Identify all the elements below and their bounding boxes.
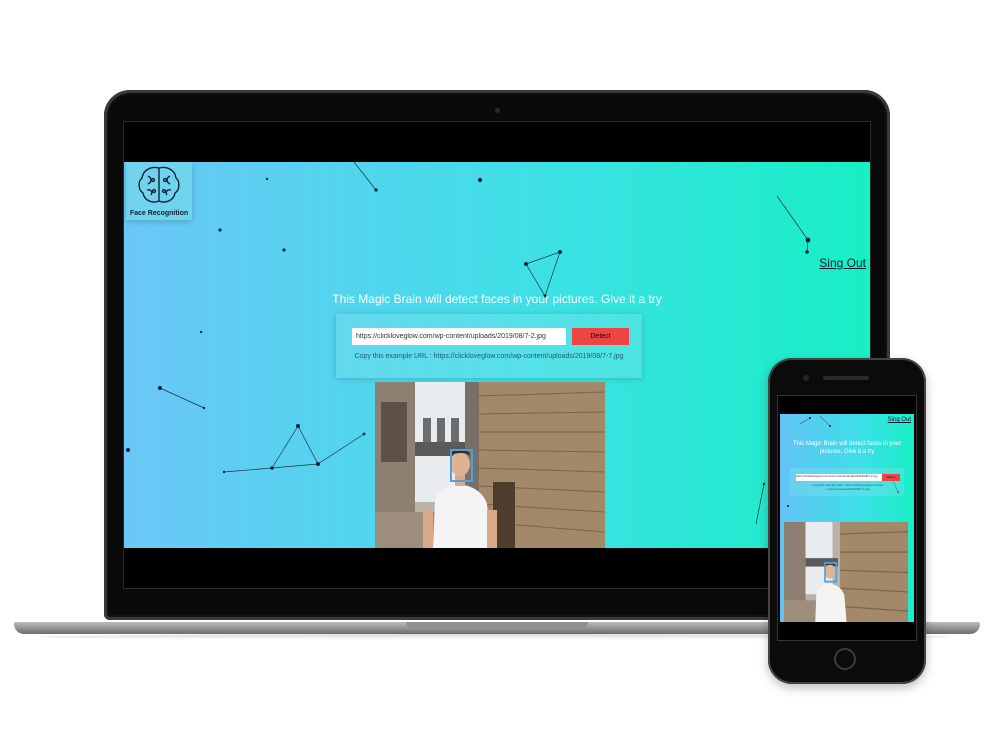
image-url-form: Detect Copy this example URL : https://c…: [336, 314, 642, 378]
result-image: [375, 382, 605, 548]
headline: This Magic Brain will detect faces in yo…: [332, 292, 662, 306]
phone-portrait-photo: [784, 522, 908, 622]
phone-image-url-input[interactable]: https://clickloveglow.com/wp-content/upl…: [796, 474, 882, 481]
screen-bottom-bar: [124, 548, 870, 588]
phone-image-url-form: https://clickloveglow.com/wp-content/upl…: [790, 468, 904, 496]
image-url-input[interactable]: [352, 328, 566, 345]
logo-label: Face Recognition: [129, 210, 189, 217]
signout-link[interactable]: Sing Out: [819, 256, 866, 270]
phone-detect-button[interactable]: Detect: [882, 474, 900, 481]
detect-button[interactable]: Detect: [572, 328, 629, 345]
phone-headline: This Magic Brain will detect faces in yo…: [792, 441, 902, 455]
phone-example-url-text: Copy this example URL : https://clicklov…: [811, 483, 885, 491]
logo[interactable]: Face Recognition: [126, 162, 192, 220]
laptop-base-notch: [406, 622, 588, 628]
phone-screen: Sing Out This Magic Brain will detect fa…: [777, 395, 917, 641]
phone-result-image: [784, 522, 908, 622]
laptop-screen: Face Recognition Sing Out This Magic Bra…: [123, 121, 871, 589]
example-url-text: Copy this example URL : https://clicklov…: [354, 353, 624, 360]
phone-home-button[interactable]: [834, 648, 856, 670]
portrait-photo: [375, 382, 605, 548]
phone-camera: [803, 375, 809, 381]
phone-speaker: [823, 376, 869, 380]
brain-icon: [138, 166, 180, 203]
face-recognition-app: Face Recognition Sing Out This Magic Bra…: [124, 162, 870, 548]
laptop-camera: [495, 108, 500, 113]
phone-face-recognition-app: Sing Out This Magic Brain will detect fa…: [780, 414, 914, 622]
phone-signout-link[interactable]: Sing Out: [888, 417, 911, 423]
